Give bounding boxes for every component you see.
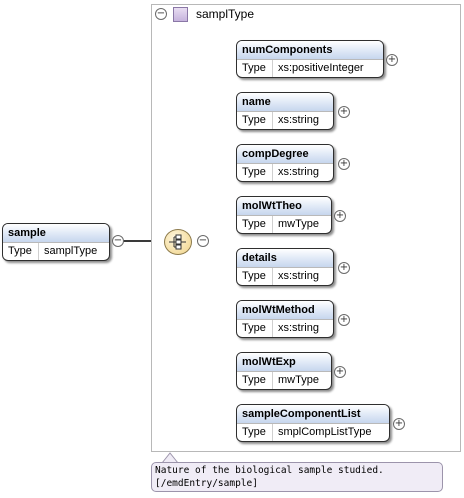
collapse-icon[interactable]: − bbox=[112, 235, 124, 247]
element-box-sampleComponentList[interactable]: sampleComponentList Type smplCompListType bbox=[236, 404, 390, 442]
type-key: Type bbox=[237, 268, 273, 285]
type-value: samplType bbox=[44, 245, 98, 257]
expand-icon[interactable]: + bbox=[386, 54, 398, 66]
annotation: Nature of the biological sample studied.… bbox=[151, 462, 443, 492]
element-box-compDegree[interactable]: compDegree Type xs:string bbox=[236, 144, 334, 182]
element-box-molWtMethod[interactable]: molWtMethod Type xs:string bbox=[236, 300, 334, 338]
element-name: molWtExp bbox=[237, 353, 331, 372]
element-name: sample bbox=[3, 224, 109, 243]
annotation-line: [/emdEntry/sample] bbox=[155, 478, 258, 489]
expand-icon[interactable]: + bbox=[338, 158, 350, 170]
element-name: details bbox=[237, 249, 333, 268]
type-key: Type bbox=[237, 112, 273, 129]
element-box-molWtTheo[interactable]: molWtTheo Type mwType bbox=[236, 196, 332, 234]
expand-icon[interactable]: + bbox=[338, 262, 350, 274]
element-name: molWtMethod bbox=[237, 301, 333, 320]
expand-icon[interactable]: + bbox=[393, 418, 405, 430]
sequence-icon bbox=[164, 229, 192, 255]
type-key: Type bbox=[3, 243, 39, 260]
expand-icon[interactable]: + bbox=[334, 210, 346, 222]
type-value: smplCompListType bbox=[278, 426, 372, 438]
type-key: Type bbox=[237, 424, 273, 441]
collapse-icon[interactable]: − bbox=[197, 235, 209, 247]
element-name: numComponents bbox=[237, 41, 383, 60]
root-element-box[interactable]: sample Type samplType bbox=[2, 223, 110, 261]
type-value: mwType bbox=[278, 218, 319, 230]
type-value: xs:string bbox=[278, 322, 319, 334]
type-key: Type bbox=[237, 372, 273, 389]
type-key: Type bbox=[237, 320, 273, 337]
annotation-line: Nature of the biological sample studied. bbox=[155, 465, 384, 476]
type-value: mwType bbox=[278, 374, 319, 386]
element-name: molWtTheo bbox=[237, 197, 331, 216]
type-value: xs:string bbox=[278, 166, 319, 178]
element-box-numComponents[interactable]: numComponents Type xs:positiveInteger bbox=[236, 40, 384, 78]
expand-icon[interactable]: + bbox=[334, 366, 346, 378]
type-value: xs:positiveInteger bbox=[278, 62, 364, 74]
element-name: compDegree bbox=[237, 145, 333, 164]
element-name: sampleComponentList bbox=[237, 405, 389, 424]
complex-type-title: samplType bbox=[196, 7, 255, 21]
element-name: name bbox=[237, 93, 333, 112]
expand-icon[interactable]: + bbox=[338, 314, 350, 326]
element-box-name[interactable]: name Type xs:string bbox=[236, 92, 334, 130]
type-key: Type bbox=[237, 164, 273, 181]
type-value: xs:string bbox=[278, 114, 319, 126]
type-value: xs:string bbox=[278, 270, 319, 282]
element-box-molWtExp[interactable]: molWtExp Type mwType bbox=[236, 352, 332, 390]
type-key: Type bbox=[237, 216, 273, 233]
expand-icon[interactable]: + bbox=[338, 106, 350, 118]
type-key: Type bbox=[237, 60, 273, 77]
collapse-icon[interactable]: − bbox=[155, 8, 167, 20]
element-box-details[interactable]: details Type xs:string bbox=[236, 248, 334, 286]
complex-type-icon bbox=[173, 7, 188, 22]
